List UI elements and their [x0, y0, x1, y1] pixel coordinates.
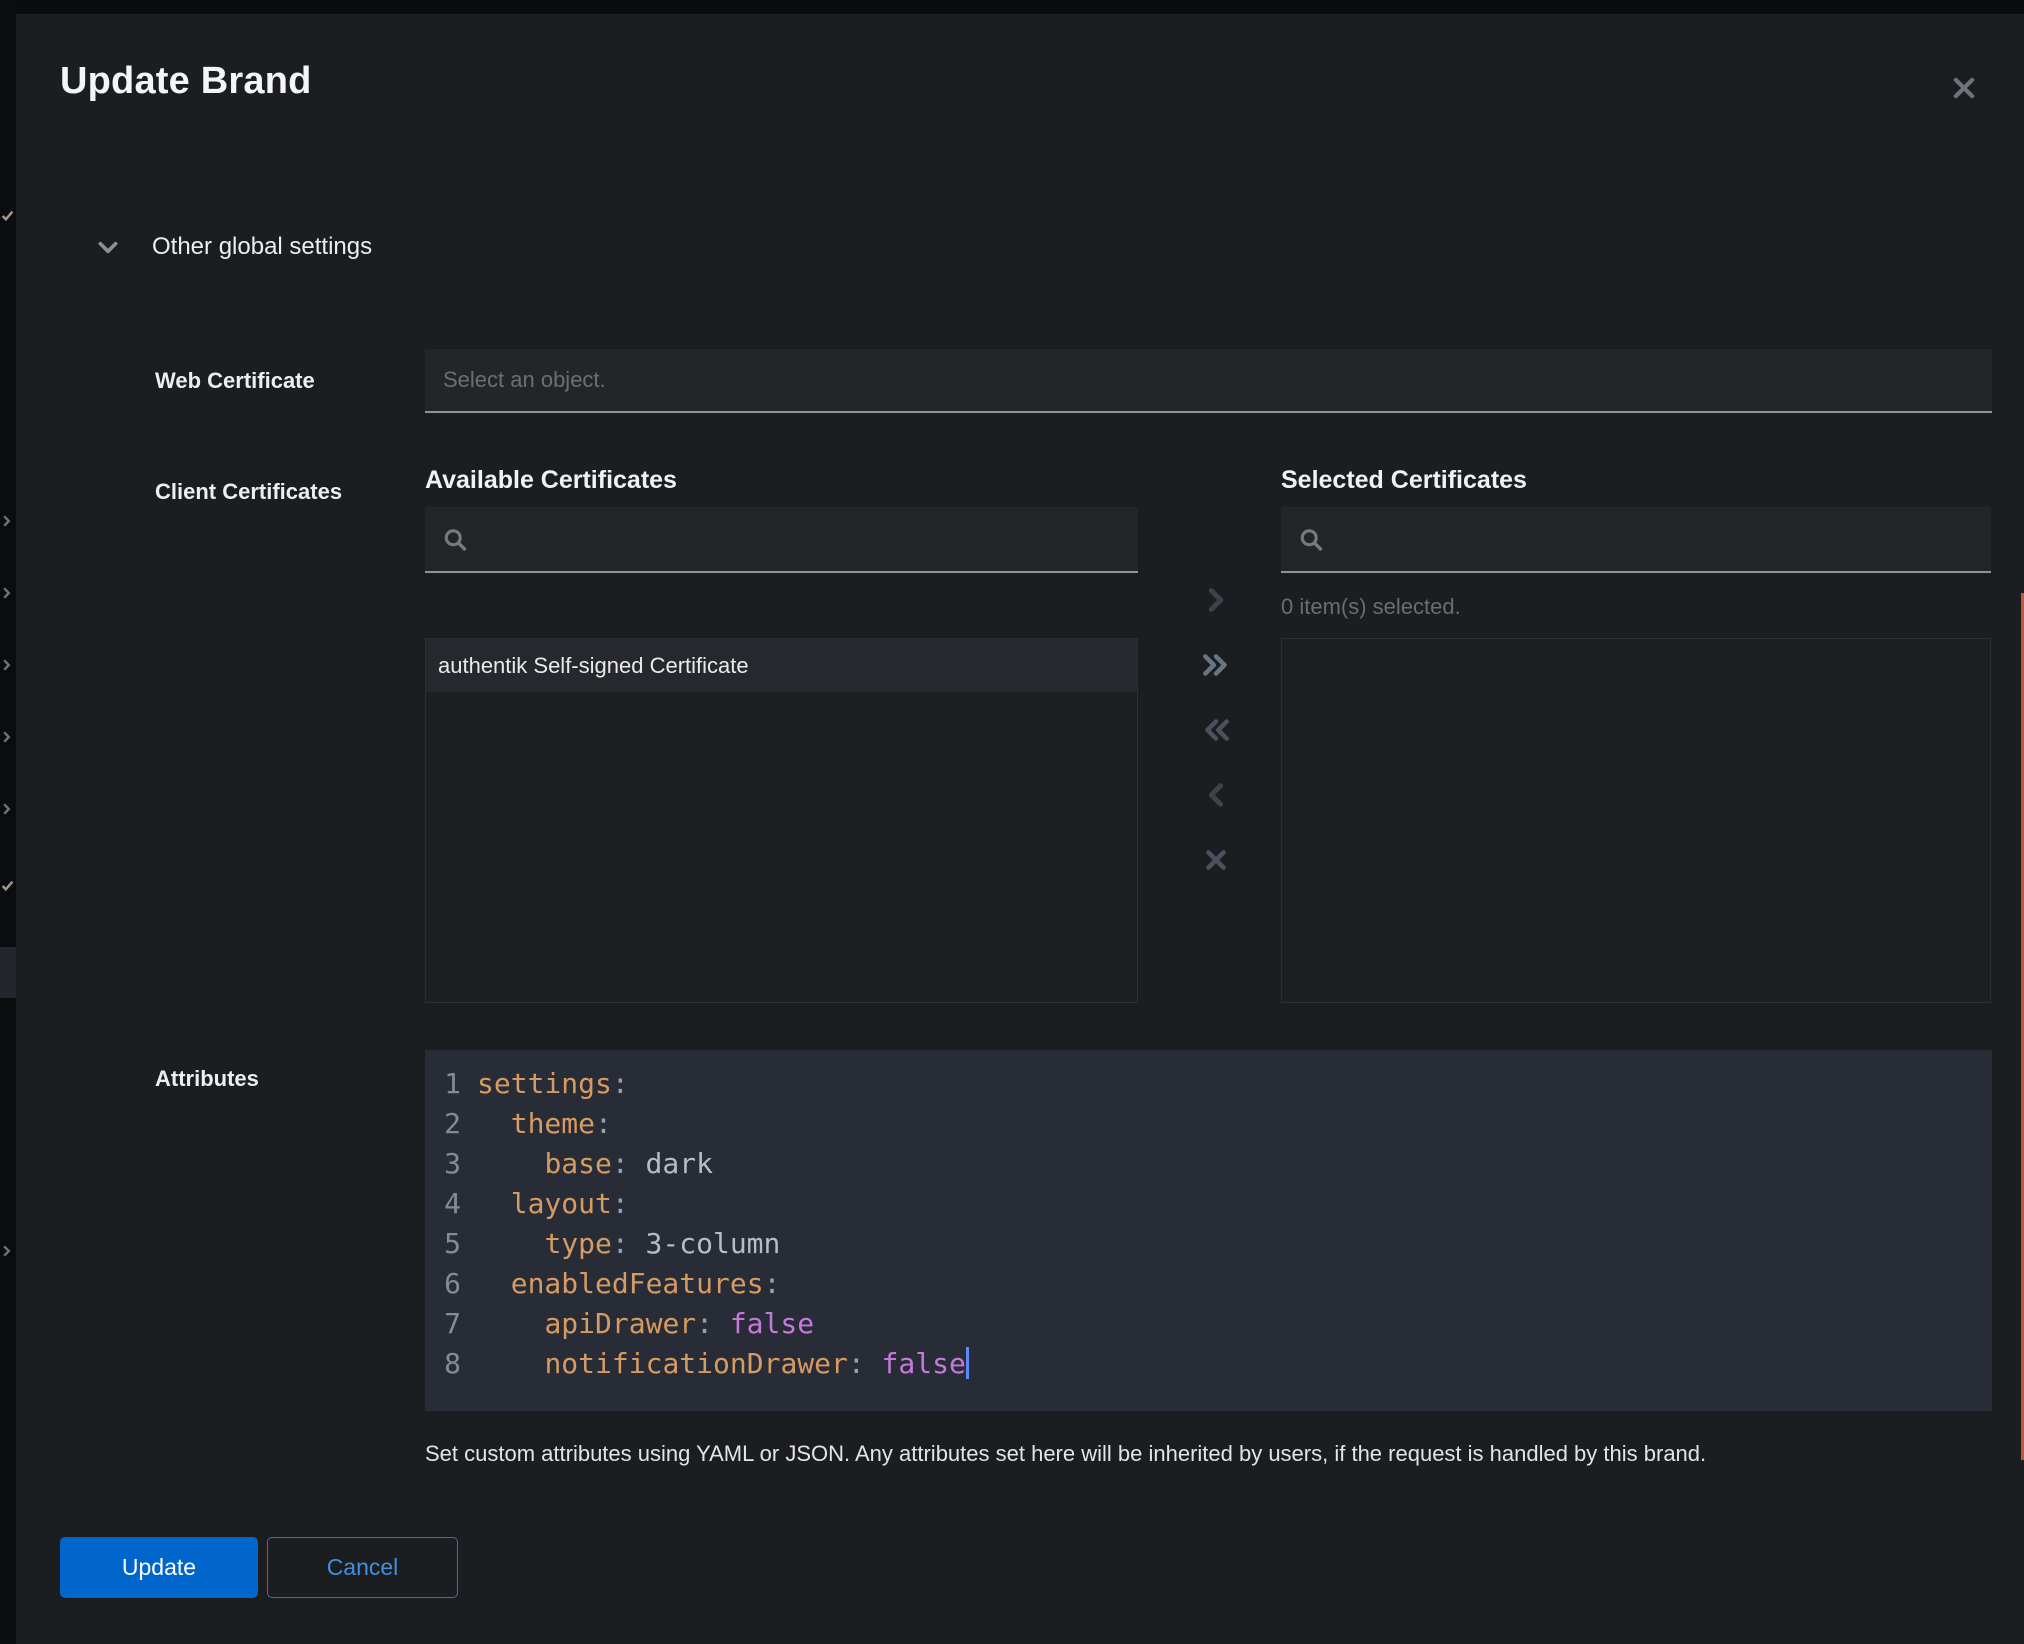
code-line: 8 notificationDrawer:false	[435, 1344, 1992, 1384]
code-text: notificationDrawer:false	[477, 1344, 969, 1384]
web-certificate-select[interactable]	[425, 349, 1992, 413]
chevron-right-icon	[1, 586, 12, 600]
close-icon	[1950, 74, 1978, 102]
cancel-button[interactable]: Cancel	[267, 1537, 458, 1598]
chevron-right-icon	[1, 802, 12, 816]
chevron-right-icon	[1, 514, 12, 528]
remove-all-button[interactable]	[1198, 712, 1234, 748]
available-listbox[interactable]: authentik Self-signed Certificate	[425, 638, 1138, 1003]
line-number: 7	[435, 1304, 461, 1344]
sidebar-edge-strip	[0, 0, 16, 1644]
modal-title: Update Brand	[60, 60, 312, 103]
list-option[interactable]: authentik Self-signed Certificate	[426, 639, 1137, 692]
attributes-label: Attributes	[155, 1064, 259, 1094]
section-label: Other global settings	[152, 233, 372, 261]
double-chevron-left-icon	[1200, 716, 1232, 744]
line-number: 2	[435, 1104, 461, 1144]
available-certificates-column: Available Certificates authentik Self-si…	[425, 465, 1138, 1003]
update-button[interactable]: Update	[60, 1537, 258, 1598]
code-line: 5 type:3-column	[435, 1224, 1992, 1264]
code-text: layout:	[477, 1184, 629, 1224]
remove-selected-button[interactable]	[1198, 777, 1234, 813]
code-text: apiDrawer:false	[477, 1304, 814, 1344]
chevron-right-icon	[1, 730, 12, 744]
attributes-code-editor[interactable]: 1 settings: 2 theme: 3 base:dark 4 layout…	[425, 1050, 1992, 1411]
available-search-input[interactable]	[425, 507, 1138, 573]
line-number: 1	[435, 1064, 461, 1104]
code-text: settings:	[477, 1064, 629, 1104]
selected-search-input[interactable]	[1281, 507, 1991, 573]
x-icon	[1203, 847, 1229, 873]
code-text: theme:	[477, 1104, 612, 1144]
available-certificates-heading: Available Certificates	[425, 465, 1138, 495]
sidebar-active-item-sliver	[0, 947, 16, 998]
selected-status: 0 item(s) selected.	[1281, 593, 1991, 621]
chevron-down-icon	[95, 234, 121, 260]
line-number: 6	[435, 1264, 461, 1304]
clear-button[interactable]	[1198, 842, 1234, 878]
code-line: 7 apiDrawer:false	[435, 1304, 1992, 1344]
add-all-button[interactable]	[1198, 647, 1234, 683]
selected-certificates-heading: Selected Certificates	[1281, 465, 1991, 495]
add-selected-button[interactable]	[1198, 582, 1234, 618]
close-button[interactable]	[1948, 72, 1980, 104]
client-certificates-label: Client Certificates	[155, 477, 342, 507]
selected-certificates-column: Selected Certificates 0 item(s) selected…	[1281, 465, 1991, 1003]
code-line: 4 layout:	[435, 1184, 1992, 1224]
code-line: 2 theme:	[435, 1104, 1992, 1144]
code-line: 6 enabledFeatures:	[435, 1264, 1992, 1304]
page-backdrop: Update Brand Other global settings Web C…	[0, 0, 2024, 1644]
web-certificate-label: Web Certificate	[155, 349, 315, 413]
chevron-left-icon	[1202, 781, 1230, 809]
modal-footer: Update Cancel	[60, 1537, 458, 1598]
code-line: 3 base:dark	[435, 1144, 1992, 1184]
chevron-right-icon	[1202, 586, 1230, 614]
code-line: 1 settings:	[435, 1064, 1992, 1104]
update-brand-modal: Update Brand Other global settings Web C…	[16, 14, 2024, 1644]
attributes-help-text: Set custom attributes using YAML or JSON…	[425, 1425, 1992, 1469]
code-text: base:dark	[477, 1144, 713, 1184]
check-icon	[1, 879, 14, 892]
line-number: 4	[435, 1184, 461, 1224]
code-text: type:3-column	[477, 1224, 780, 1264]
double-chevron-right-icon	[1200, 651, 1232, 679]
line-number: 8	[435, 1344, 461, 1384]
check-icon	[1, 209, 14, 222]
line-number: 5	[435, 1224, 461, 1264]
chevron-right-icon	[1, 658, 12, 672]
other-global-settings-toggle[interactable]: Other global settings	[95, 230, 372, 264]
dual-list-controls	[1138, 465, 1281, 1003]
client-certificates-dual-list: Available Certificates authentik Self-si…	[425, 465, 1992, 1003]
selected-listbox[interactable]	[1281, 638, 1991, 1003]
line-number: 3	[435, 1144, 461, 1184]
text-cursor	[966, 1347, 969, 1379]
chevron-right-icon	[1, 1244, 12, 1258]
code-text: enabledFeatures:	[477, 1264, 780, 1304]
